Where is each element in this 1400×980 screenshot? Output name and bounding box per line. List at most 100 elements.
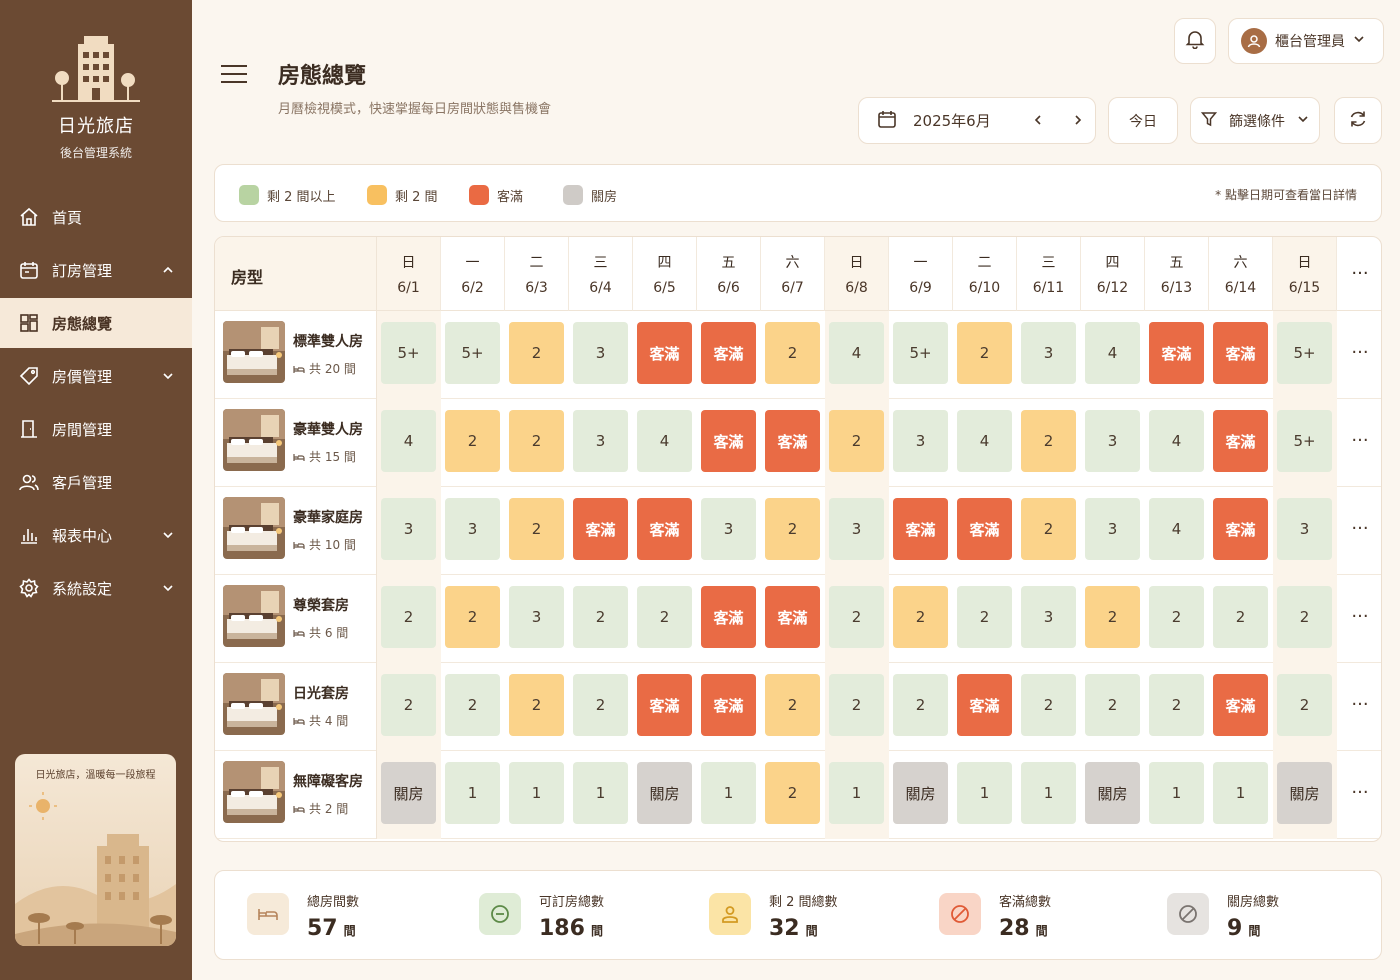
availability-cell[interactable]: 客滿	[1213, 674, 1268, 736]
availability-cell[interactable]: 2	[1213, 586, 1268, 648]
sidebar-item-rooms[interactable]: 房間管理	[0, 404, 192, 454]
row-more-button[interactable]: ···	[1337, 575, 1381, 663]
availability-cell[interactable]: 客滿	[765, 586, 820, 648]
day-header[interactable]: 日 6/8	[825, 237, 889, 311]
availability-cell[interactable]: 2	[637, 586, 692, 648]
day-header[interactable]: 一 6/9	[889, 237, 953, 311]
availability-cell[interactable]: 2	[1277, 674, 1332, 736]
availability-cell[interactable]: 2	[829, 586, 884, 648]
availability-cell[interactable]: 1	[445, 762, 500, 824]
availability-cell[interactable]: 2	[509, 498, 564, 560]
availability-cell[interactable]: 3	[381, 498, 436, 560]
availability-cell[interactable]: 客滿	[637, 674, 692, 736]
availability-cell[interactable]: 關房	[381, 762, 436, 824]
availability-cell[interactable]: 客滿	[701, 322, 756, 384]
availability-cell[interactable]: 2	[957, 322, 1012, 384]
availability-cell[interactable]: 2	[509, 322, 564, 384]
sidebar-item-reports[interactable]: 報表中心	[0, 510, 192, 560]
day-header[interactable]: 四 6/12	[1081, 237, 1145, 311]
menu-toggle-icon[interactable]	[220, 64, 248, 88]
availability-cell[interactable]: 客滿	[957, 498, 1012, 560]
availability-cell[interactable]: 1	[1021, 762, 1076, 824]
today-button[interactable]: 今日	[1108, 97, 1178, 144]
availability-cell[interactable]: 2	[1021, 410, 1076, 472]
availability-cell[interactable]: 2	[1149, 586, 1204, 648]
availability-cell[interactable]: 1	[1213, 762, 1268, 824]
prev-month-icon[interactable]	[1031, 113, 1045, 131]
availability-cell[interactable]: 3	[701, 498, 756, 560]
day-header[interactable]: 二 6/10	[953, 237, 1017, 311]
availability-cell[interactable]: 3	[1021, 322, 1076, 384]
availability-cell[interactable]: 2	[893, 586, 948, 648]
availability-cell[interactable]: 2	[765, 498, 820, 560]
user-menu-button[interactable]: 櫃台管理員	[1228, 18, 1384, 64]
availability-cell[interactable]: 5+	[1277, 410, 1332, 472]
availability-cell[interactable]: 客滿	[957, 674, 1012, 736]
availability-cell[interactable]: 2	[1021, 674, 1076, 736]
availability-cell[interactable]: 2	[509, 410, 564, 472]
availability-cell[interactable]: 5+	[1277, 322, 1332, 384]
month-picker[interactable]: 2025年6月	[858, 97, 1096, 144]
availability-cell[interactable]: 4	[957, 410, 1012, 472]
availability-cell[interactable]: 2	[573, 674, 628, 736]
availability-cell[interactable]: 3	[829, 498, 884, 560]
day-header[interactable]: 二 6/3	[505, 237, 569, 311]
row-more-button[interactable]: ···	[1337, 663, 1381, 751]
sidebar-item-booking[interactable]: 訂房管理	[0, 245, 192, 295]
row-more-button[interactable]: ···	[1337, 399, 1381, 487]
availability-cell[interactable]: 客滿	[637, 322, 692, 384]
availability-cell[interactable]: 5+	[893, 322, 948, 384]
availability-cell[interactable]: 3	[573, 410, 628, 472]
day-header[interactable]: 六 6/14	[1209, 237, 1273, 311]
availability-cell[interactable]: 客滿	[701, 410, 756, 472]
notification-button[interactable]	[1174, 18, 1216, 64]
availability-cell[interactable]: 2	[509, 674, 564, 736]
availability-cell[interactable]: 2	[445, 410, 500, 472]
row-more-button[interactable]: ···	[1337, 311, 1381, 399]
availability-cell[interactable]: 4	[637, 410, 692, 472]
availability-cell[interactable]: 1	[509, 762, 564, 824]
availability-cell[interactable]: 4	[381, 410, 436, 472]
availability-cell[interactable]: 客滿	[701, 674, 756, 736]
row-more-button[interactable]: ···	[1337, 487, 1381, 575]
availability-cell[interactable]: 3	[893, 410, 948, 472]
availability-cell[interactable]: 關房	[893, 762, 948, 824]
availability-cell[interactable]: 客滿	[573, 498, 628, 560]
availability-cell[interactable]: 客滿	[637, 498, 692, 560]
availability-cell[interactable]: 3	[573, 322, 628, 384]
availability-cell[interactable]: 客滿	[701, 586, 756, 648]
availability-cell[interactable]: 1	[957, 762, 1012, 824]
availability-cell[interactable]: 4	[1149, 410, 1204, 472]
availability-cell[interactable]: 1	[701, 762, 756, 824]
sidebar-item-settings[interactable]: 系統設定	[0, 563, 192, 613]
availability-cell[interactable]: 關房	[1277, 762, 1332, 824]
availability-cell[interactable]: 4	[829, 322, 884, 384]
availability-cell[interactable]: 5+	[381, 322, 436, 384]
availability-cell[interactable]: 2	[957, 586, 1012, 648]
day-header[interactable]: 日 6/15	[1273, 237, 1337, 311]
availability-cell[interactable]: 4	[1085, 322, 1140, 384]
next-month-icon[interactable]	[1071, 113, 1085, 131]
availability-cell[interactable]: 3	[1085, 498, 1140, 560]
availability-cell[interactable]: 3	[1277, 498, 1332, 560]
availability-cell[interactable]: 2	[1085, 674, 1140, 736]
availability-cell[interactable]: 2	[381, 586, 436, 648]
availability-cell[interactable]: 2	[765, 762, 820, 824]
sidebar-item-pricing[interactable]: 房價管理	[0, 351, 192, 401]
availability-cell[interactable]: 關房	[637, 762, 692, 824]
availability-cell[interactable]: 3	[1021, 586, 1076, 648]
availability-cell[interactable]: 2	[1277, 586, 1332, 648]
availability-cell[interactable]: 2	[1021, 498, 1076, 560]
day-header[interactable]: 六 6/7	[761, 237, 825, 311]
availability-cell[interactable]: 3	[445, 498, 500, 560]
sidebar-item-customers[interactable]: 客戶管理	[0, 457, 192, 507]
day-header[interactable]: 五 6/6	[697, 237, 761, 311]
day-header[interactable]: 日 6/1	[377, 237, 441, 311]
availability-cell[interactable]: 客滿	[1213, 410, 1268, 472]
availability-cell[interactable]: 5+	[445, 322, 500, 384]
availability-cell[interactable]: 2	[765, 674, 820, 736]
sidebar-item-home[interactable]: 首頁	[0, 192, 192, 242]
availability-cell[interactable]: 4	[1149, 498, 1204, 560]
availability-cell[interactable]: 2	[573, 586, 628, 648]
availability-cell[interactable]: 3	[1085, 410, 1140, 472]
